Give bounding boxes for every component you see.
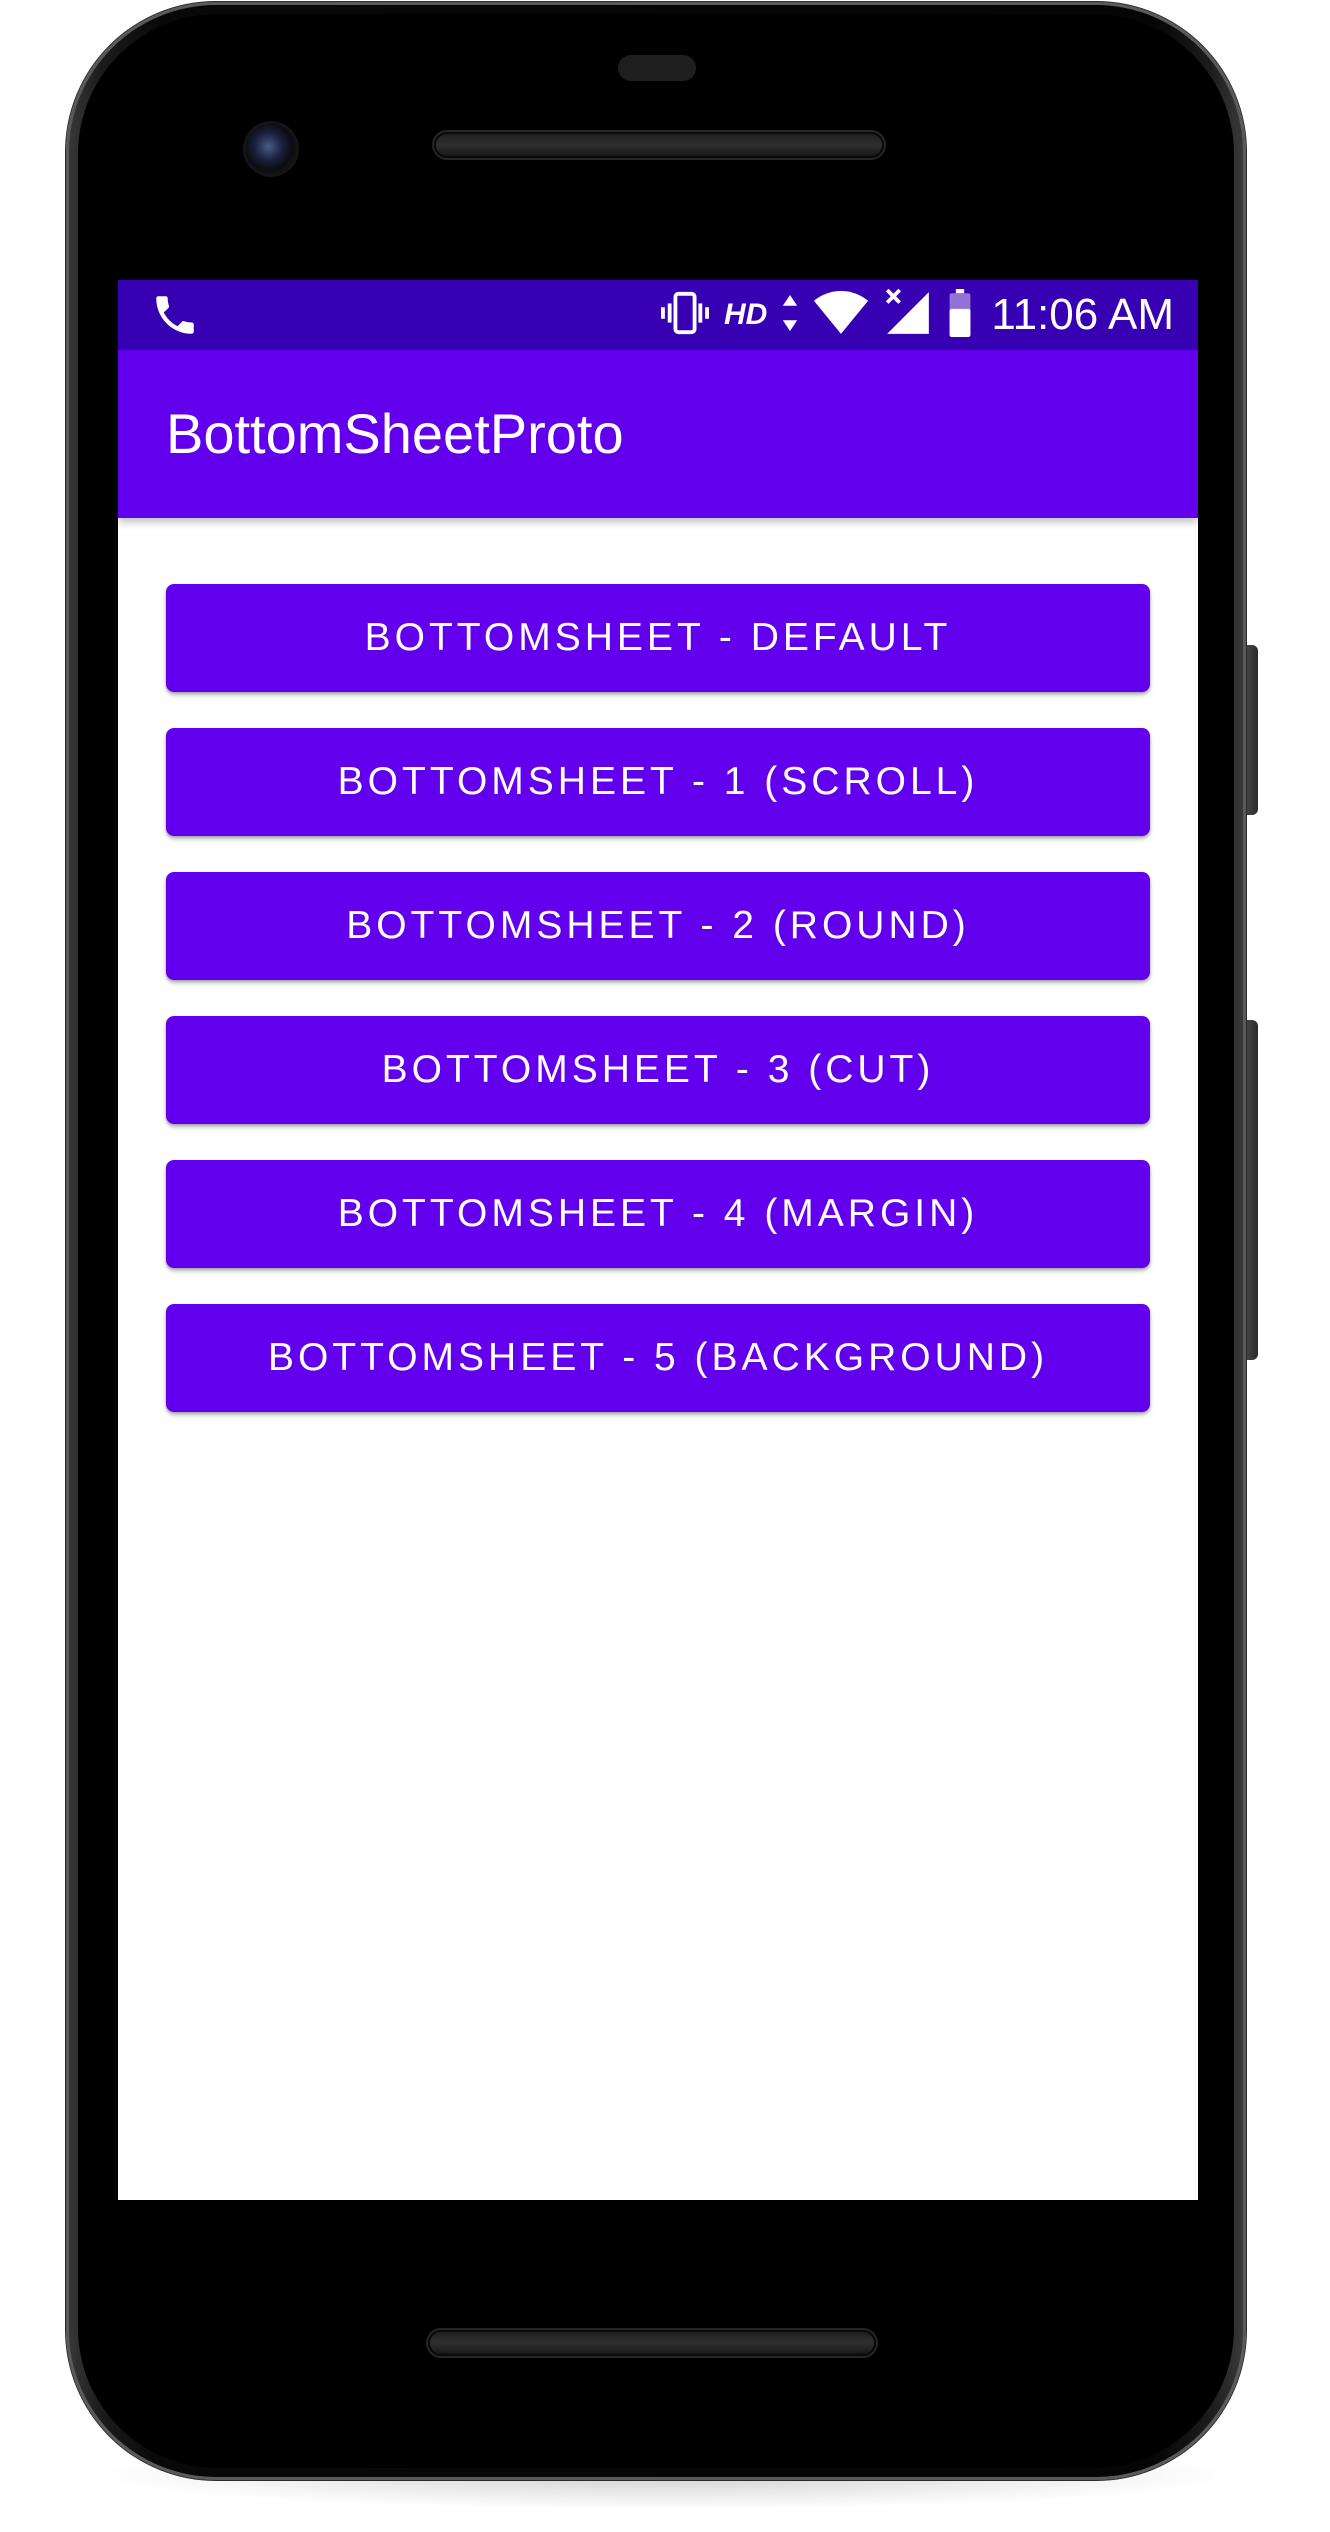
app-bar: BottomSheetProto bbox=[118, 350, 1198, 518]
bottomsheet-background-button[interactable]: BOTTOMSHEET - 5 (BACKGROUND) bbox=[166, 1304, 1150, 1412]
bottomsheet-default-button[interactable]: BOTTOMSHEET - DEFAULT bbox=[166, 584, 1150, 692]
power-button bbox=[1244, 645, 1258, 815]
battery-icon bbox=[947, 288, 973, 343]
status-icons: HD 11:06 AM bbox=[660, 280, 1174, 350]
cell-signal-icon bbox=[883, 288, 933, 343]
screen: HD 11:06 AM BottomSheetProto BOTTOMSHEET… bbox=[118, 280, 1198, 2200]
button-list: BOTTOMSHEET - DEFAULT BOTTOMSHEET - 1 (S… bbox=[166, 584, 1150, 1448]
app-title: BottomSheetProto bbox=[166, 402, 624, 465]
status-bar: HD 11:06 AM bbox=[118, 280, 1198, 350]
front-camera-icon bbox=[246, 124, 296, 174]
earpiece-speaker bbox=[434, 132, 884, 158]
phone-icon bbox=[150, 290, 200, 340]
wifi-icon bbox=[813, 290, 869, 340]
bottomsheet-margin-button[interactable]: BOTTOMSHEET - 4 (MARGIN) bbox=[166, 1160, 1150, 1268]
status-time: 11:06 AM bbox=[991, 290, 1174, 339]
bottomsheet-scroll-button[interactable]: BOTTOMSHEET - 1 (SCROLL) bbox=[166, 728, 1150, 836]
data-arrows-icon bbox=[781, 293, 799, 338]
volume-button bbox=[1244, 1020, 1258, 1360]
bottom-speaker bbox=[428, 2330, 876, 2356]
sensor-slot bbox=[618, 55, 696, 81]
main-content: BOTTOMSHEET - DEFAULT BOTTOMSHEET - 1 (S… bbox=[118, 518, 1198, 2200]
bottomsheet-cut-button[interactable]: BOTTOMSHEET - 3 (CUT) bbox=[166, 1016, 1150, 1124]
device-mockup: HD 11:06 AM BottomSheetProto BOTTOMSHEET… bbox=[0, 0, 1330, 2532]
vibrate-icon bbox=[660, 290, 710, 341]
bottomsheet-round-button[interactable]: BOTTOMSHEET - 2 (ROUND) bbox=[166, 872, 1150, 980]
network-type-label: HD bbox=[724, 298, 768, 331]
